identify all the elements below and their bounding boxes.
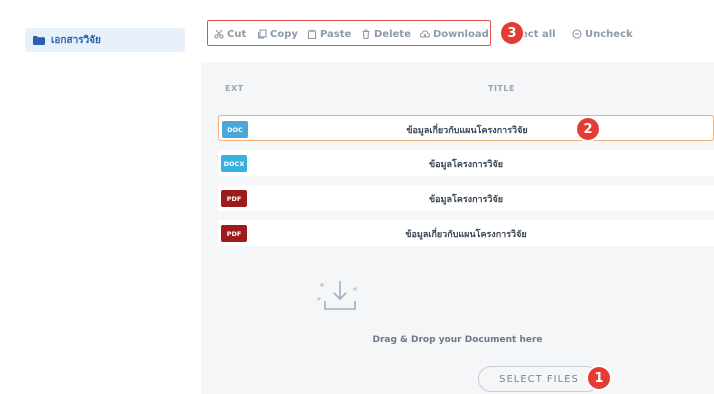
uncheck-button[interactable]: Uncheck [572, 27, 633, 41]
download-drop-icon [317, 281, 357, 310]
paste-button[interactable]: Paste [307, 27, 351, 41]
download-label: Download [433, 28, 489, 40]
file-title: ข้อมูลเกี่ยวกับแผนโครงการวิจัย [405, 230, 527, 240]
download-button[interactable]: Download [420, 27, 489, 41]
uncheck-label: Uncheck [585, 28, 633, 40]
delete-button[interactable]: Delete [361, 27, 411, 41]
file-title: ข้อมูลโครงการวิจัย [428, 160, 504, 170]
annotation-marker-1: 1 [588, 367, 610, 389]
file-row[interactable]: PDF ข้อมูลเกี่ยวกับแผนโครงการวิจัย [218, 220, 714, 246]
column-header-ext: EXT [225, 84, 244, 93]
column-header-title: TITLE [488, 84, 515, 93]
file-row[interactable]: DOCX ข้อมูลโครงการวิจัย [218, 150, 714, 176]
copy-button[interactable]: Copy [257, 27, 298, 41]
file-row[interactable]: PDF ข้อมูลโครงการวิจัย [218, 185, 714, 211]
file-title: ข้อมูลโครงการวิจัย [428, 195, 504, 205]
paste-icon [307, 29, 317, 39]
cloud-download-icon [420, 30, 430, 38]
annotation-marker-2: 2 [577, 118, 599, 140]
sidebar-item-research-docs[interactable]: เอกสารวิจัย [25, 28, 185, 52]
cut-label: Cut [227, 28, 247, 40]
cut-button[interactable]: Cut [214, 27, 246, 41]
copy-icon [257, 29, 267, 39]
copy-label: Copy [270, 28, 298, 40]
sidebar: เอกสารวิจัย [0, 0, 200, 394]
minus-circle-icon [572, 29, 582, 39]
folder-icon [33, 35, 45, 45]
delete-label: Delete [374, 28, 411, 40]
select-files-button[interactable]: SELECT FILES [478, 366, 600, 392]
annotation-marker-3: 3 [501, 22, 523, 44]
select-all-button[interactable]: ect all [521, 27, 556, 41]
file-row[interactable]: DOC ข้อมูลเกี่ยวกับแผนโครงการวิจัย [218, 115, 714, 141]
file-title: ข้อมูลเกี่ยวกับแผนโครงการวิจัย [406, 126, 528, 136]
sidebar-item-label: เอกสารวิจัย [51, 34, 101, 46]
select-all-label: ect all [521, 28, 556, 40]
scissors-icon [214, 29, 224, 39]
trash-icon [362, 29, 370, 39]
dropzone-text: Drag & Drop your Document here [372, 335, 543, 345]
paste-label: Paste [320, 28, 352, 40]
